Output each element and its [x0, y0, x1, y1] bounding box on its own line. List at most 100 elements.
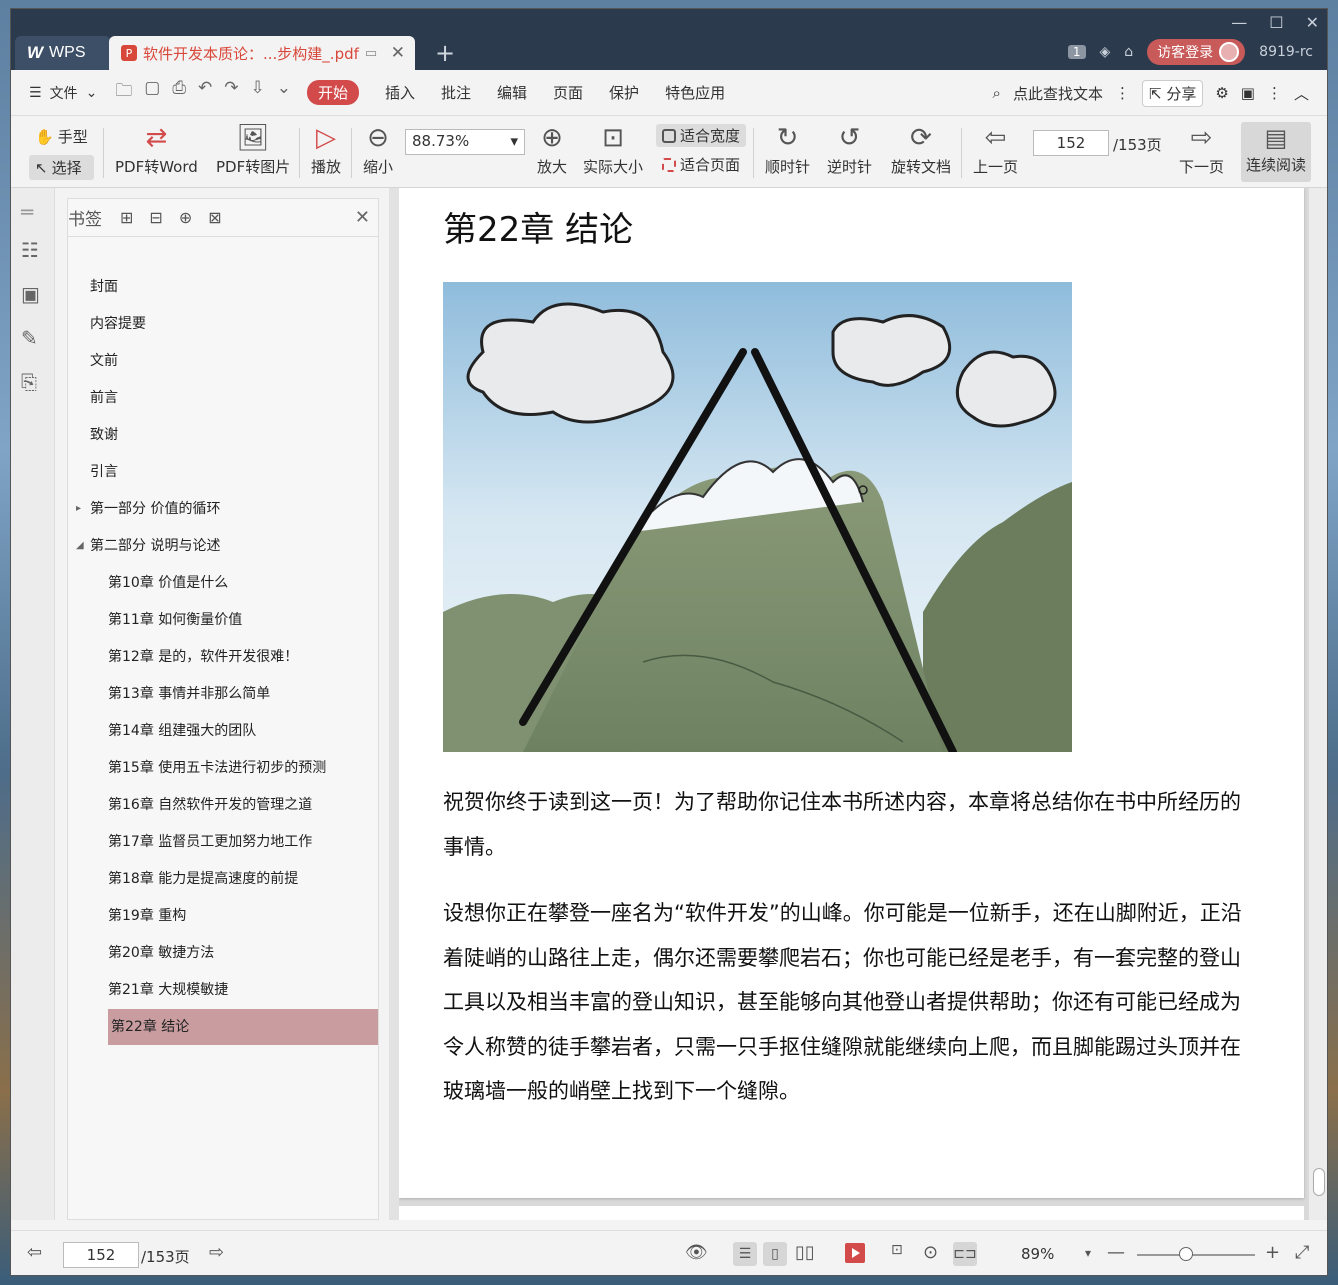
- bookmark-item[interactable]: 第17章 监督员工更加努力地工作: [108, 824, 360, 860]
- rotate-clockwise-button[interactable]: ↻ 顺时针: [765, 120, 810, 177]
- bookmark-item[interactable]: 第18章 能力是提高速度的前提: [108, 861, 360, 897]
- bookmark-item[interactable]: 致谢: [90, 417, 360, 453]
- expand-all-icon[interactable]: ⊞: [120, 208, 133, 227]
- open-folder-icon[interactable]: 🗀: [115, 78, 132, 107]
- play-button[interactable]: ▷ 播放: [311, 120, 341, 177]
- single-page-icon[interactable]: ▯: [763, 1242, 787, 1266]
- more-dropdown-icon[interactable]: ⌄: [277, 78, 291, 107]
- bookmark-item[interactable]: 内容提要: [90, 306, 360, 342]
- zoom-slider-knob[interactable]: [1179, 1247, 1193, 1261]
- fit-page-status-icon[interactable]: ⊙: [923, 1242, 938, 1263]
- zoom-in-status-icon[interactable]: +: [1265, 1242, 1280, 1263]
- bookmark-item[interactable]: 前言: [90, 380, 360, 416]
- bookmark-item[interactable]: 第16章 自然软件开发的管理之道: [108, 787, 360, 823]
- next-page-status-icon[interactable]: ⇨: [209, 1242, 224, 1263]
- attachment-icon[interactable]: ⎘: [21, 370, 37, 394]
- monitor-icon[interactable]: ▭: [365, 46, 377, 61]
- share-button[interactable]: ⇱ 分享: [1141, 79, 1204, 107]
- caret-right-icon[interactable]: ▸: [76, 503, 81, 514]
- settings-icon[interactable]: ⚙: [1215, 84, 1228, 102]
- tab-document[interactable]: P 软件开发本质论：...步构建_.pdf ▭ ✕: [109, 36, 415, 70]
- pdf-to-image-button[interactable]: 🖼 PDF转图片: [216, 120, 290, 177]
- bookmark-list-icon[interactable]: ☷: [21, 238, 39, 262]
- menu-tab-insert[interactable]: 插入: [385, 82, 415, 103]
- vertical-scrollbar[interactable]: [1309, 188, 1327, 1220]
- undo-icon[interactable]: ↶: [198, 78, 212, 107]
- save-icon[interactable]: ▢: [144, 78, 160, 107]
- fit-width-status-icon[interactable]: ⊏⊐: [953, 1242, 977, 1266]
- prev-page-status-icon[interactable]: ⇦: [27, 1242, 42, 1263]
- bookmark-item[interactable]: 第21章 大规模敏捷: [108, 972, 360, 1008]
- prev-page-button[interactable]: ⇦ 上一页: [973, 120, 1018, 177]
- menu-tab-annotate[interactable]: 批注: [441, 82, 471, 103]
- fit-width-button[interactable]: 适合宽度: [656, 124, 747, 147]
- minimize-icon[interactable]: —: [1231, 13, 1247, 32]
- new-tab-icon[interactable]: +: [435, 39, 455, 67]
- fit-page-button[interactable]: 适合页面: [656, 153, 746, 176]
- thumbnail-icon[interactable]: ▣: [21, 282, 40, 306]
- slideshow-icon[interactable]: [845, 1243, 865, 1263]
- document-viewport[interactable]: 第22章 结论 祝贺你终于读到这一页！为了帮助你记住本书所述内容，本章将总结你在…: [399, 188, 1309, 1220]
- bookmark-item[interactable]: 第11章 如何衡量价值: [108, 602, 360, 638]
- annotation-icon[interactable]: ✎: [21, 326, 38, 350]
- eye-protection-icon[interactable]: 👁: [685, 1242, 708, 1263]
- bookmark-item[interactable]: 第20章 敏捷方法: [108, 935, 360, 971]
- zoom-in-button[interactable]: ⊕ 放大: [537, 120, 567, 177]
- zoom-out-button[interactable]: ⊖ 缩小: [363, 120, 393, 177]
- close-window-icon[interactable]: ✕: [1306, 13, 1319, 32]
- bookmark-item[interactable]: 第15章 使用五卡法进行初步的预测: [108, 750, 360, 786]
- bookmark-item[interactable]: 文前: [90, 343, 360, 379]
- hand-tool-button[interactable]: ✋ 手型: [29, 124, 94, 149]
- select-tool-button[interactable]: ↖ 选择: [29, 155, 94, 180]
- scrollbar-thumb[interactable]: [1313, 1168, 1325, 1196]
- continuous-view-icon[interactable]: ☰: [733, 1242, 757, 1266]
- bookmark-item[interactable]: 第19章 重构: [108, 898, 360, 934]
- zoom-select[interactable]: 88.73% ▾: [405, 129, 525, 155]
- menu-tab-features[interactable]: 特色应用: [665, 82, 725, 103]
- bookmark-item[interactable]: 第二部分 说明与论述: [90, 528, 360, 564]
- next-page-button[interactable]: ⇨ 下一页: [1179, 120, 1224, 177]
- caret-down-icon[interactable]: ◢: [76, 540, 84, 551]
- continuous-reading-button[interactable]: ▤ 连续阅读: [1241, 122, 1311, 182]
- bookmark-item[interactable]: 第一部分 价值的循环: [90, 491, 360, 527]
- zoom-dropdown-icon[interactable]: ▾: [1085, 1246, 1091, 1260]
- close-panel-icon[interactable]: ✕: [355, 207, 370, 228]
- collapse-ribbon-icon[interactable]: ︿: [1294, 83, 1309, 104]
- login-button[interactable]: 访客登录: [1147, 39, 1246, 65]
- find-text-link[interactable]: 点此查找文本: [1013, 83, 1103, 104]
- actual-size-status-icon[interactable]: ⊡: [891, 1242, 903, 1258]
- menu-tab-protect[interactable]: 保护: [609, 82, 639, 103]
- menu-tab-page[interactable]: 页面: [553, 82, 583, 103]
- rotate-counterclockwise-button[interactable]: ↺ 逆时针: [827, 120, 872, 177]
- page-number-input[interactable]: 152: [1033, 130, 1109, 156]
- close-tab-icon[interactable]: ✕: [391, 43, 405, 63]
- comment-icon[interactable]: ▣: [1241, 84, 1255, 102]
- bookmark-item[interactable]: 第13章 事情并非那么简单: [108, 676, 360, 712]
- rotate-document-button[interactable]: ⟳ 旋转文档: [891, 120, 951, 177]
- status-page-input[interactable]: 152: [63, 1242, 139, 1268]
- bookmark-item[interactable]: 第22章 结论: [108, 1009, 378, 1045]
- skin-icon[interactable]: ◈: [1100, 44, 1111, 60]
- bookmark-settings-icon[interactable]: ⊠: [208, 208, 221, 227]
- maximize-icon[interactable]: ☐: [1269, 13, 1283, 32]
- export-icon[interactable]: ⇩: [250, 78, 264, 107]
- add-bookmark-icon[interactable]: ⊕: [179, 208, 192, 227]
- bookmark-item[interactable]: 封面: [90, 269, 360, 305]
- bookmark-item[interactable]: 引言: [90, 454, 360, 490]
- bookmark-item[interactable]: 第12章 是的，软件开发很难！: [108, 639, 360, 675]
- search-icon[interactable]: ⌕: [993, 84, 1001, 102]
- collapse-all-icon[interactable]: ⊟: [149, 208, 162, 227]
- panel-splitter[interactable]: [389, 188, 399, 1220]
- drag-handle-icon[interactable]: ═: [21, 200, 33, 224]
- redo-icon[interactable]: ↷: [224, 78, 238, 107]
- more-vertical-icon[interactable]: ⋮: [1115, 84, 1130, 102]
- shirt-icon[interactable]: ⌂: [1124, 44, 1133, 60]
- bookmark-item[interactable]: 第14章 组建强大的团队: [108, 713, 360, 749]
- fullscreen-icon[interactable]: ⤢: [1295, 1242, 1309, 1263]
- file-menu[interactable]: ☰ 文件 ⌄: [29, 83, 97, 103]
- menu-tab-edit[interactable]: 编辑: [497, 82, 527, 103]
- bookmark-item[interactable]: 第10章 价值是什么: [108, 565, 360, 601]
- actual-size-button[interactable]: ⊡ 实际大小: [583, 120, 643, 177]
- pdf-to-word-button[interactable]: ⇄ PDF转Word: [115, 120, 198, 177]
- tab-wps-home[interactable]: W WPS: [15, 36, 111, 70]
